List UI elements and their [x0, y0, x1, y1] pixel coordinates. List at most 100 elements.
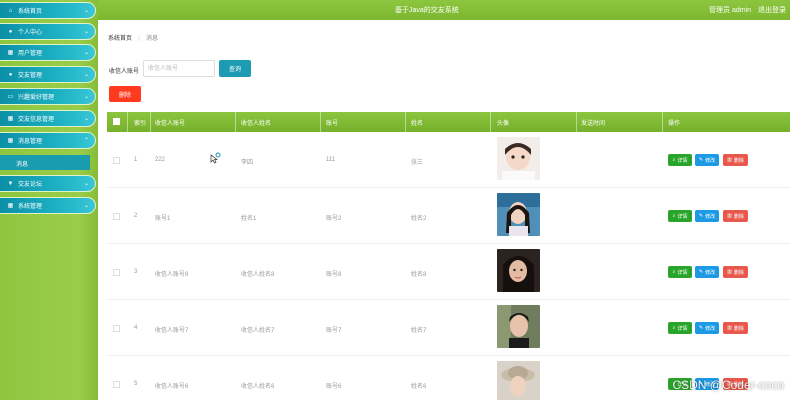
delete-button[interactable]: ▥ 删除	[723, 266, 748, 278]
edit-button[interactable]: ✎ 修改	[695, 210, 719, 222]
button-label: 删除	[733, 157, 744, 164]
button-label: 详情	[677, 325, 688, 332]
detail-button[interactable]: ⌕ 详情	[668, 322, 692, 334]
breadcrumb-separator: ⋮	[136, 36, 143, 42]
cell-index: 1	[134, 157, 138, 163]
cell-name: 张三	[411, 160, 424, 166]
sidebar-item-system[interactable]: ▦ 系统管理 ⌄	[0, 197, 96, 214]
detail-button[interactable]: ⌕ 详情	[668, 266, 692, 278]
cell-account: 账号6	[326, 384, 342, 390]
cell-recipient-account: 收信人账号8	[155, 272, 189, 278]
table-row: 3 收信人账号8 收信人姓名8 账号8 姓名8 ⌕ 详情 ✎ 修改 ▥ 删除	[107, 244, 790, 300]
table-header: 索引 收信人账号 收信人姓名 账号 姓名 头像 发送时间 操作	[107, 112, 790, 132]
avatar	[497, 193, 540, 236]
detail-button[interactable]: ⌕ 详情	[668, 210, 692, 222]
cell-account: 账号7	[326, 328, 342, 334]
breadcrumb-home[interactable]: 系统首页	[108, 36, 132, 42]
edit-button[interactable]: ✎ 修改	[695, 154, 719, 166]
chevron-down-icon: ⌄	[83, 181, 89, 187]
sidebar-item-hobbies[interactable]: ▭ 兴趣爱好管理 ⌄	[0, 88, 96, 105]
cell-recipient-account: 收信人账号7	[155, 328, 189, 334]
button-label: 修改	[705, 269, 716, 276]
cell-name: 姓名8	[411, 272, 427, 278]
table-row: 2 账号1 姓名1 账号2 姓名2 ⌕ 详情 ✎ 修改 ▥ 删除	[107, 188, 790, 244]
delete-button[interactable]: ▥ 删除	[723, 210, 748, 222]
chevron-up-icon: ⌃	[83, 138, 89, 144]
cell-index: 5	[134, 381, 138, 387]
row-checkbox[interactable]	[113, 269, 120, 276]
delete-button[interactable]: ▥ 删除	[723, 154, 748, 166]
top-bar: 基于Java的交友系统 管理员 admin 退出登录	[0, 0, 790, 20]
chevron-down-icon: ⌄	[83, 72, 89, 78]
sidebar-item-friend-info[interactable]: ▦ 交友信息管理 ⌄	[0, 110, 96, 127]
button-label: 详情	[677, 213, 688, 220]
cell-recipient-account: 收信人账号6	[155, 384, 189, 390]
row-checkbox[interactable]	[113, 157, 120, 164]
breadcrumb-current: 消息	[146, 36, 159, 42]
detail-button[interactable]: ⌕ 详情	[668, 154, 692, 166]
sidebar-item-friends[interactable]: ● 交友管理 ⌄	[0, 66, 96, 83]
cell-recipient-account: 222	[155, 157, 166, 163]
sidebar-item-users[interactable]: ▦ 用户管理 ⌄	[0, 44, 96, 61]
chevron-down-icon: ⌄	[83, 203, 89, 209]
chevron-down-icon: ⌄	[83, 94, 89, 100]
mouse-cursor-icon	[210, 152, 221, 164]
logout-link[interactable]: 退出登录	[758, 7, 786, 14]
column-divider	[490, 112, 491, 132]
select-all-checkbox[interactable]	[113, 118, 120, 125]
edit-button[interactable]: ✎ 修改	[695, 322, 719, 334]
button-label: 详情	[677, 157, 688, 164]
search-input[interactable]	[143, 60, 215, 77]
edit-icon: ✎	[698, 213, 704, 219]
search-label: 收信人账号	[109, 69, 140, 75]
search-icon: ⌕	[672, 213, 676, 219]
watermark: CSDN @Coder-coco	[672, 378, 784, 392]
avatar	[497, 361, 540, 400]
column-divider	[235, 112, 236, 132]
button-label: 修改	[705, 325, 716, 332]
sidebar-item-label: 消息管理	[18, 139, 43, 145]
chevron-down-icon: ⌄	[83, 116, 89, 122]
cell-account: 账号8	[326, 272, 342, 278]
comment-icon: ▼	[7, 180, 14, 187]
column-divider	[127, 112, 128, 132]
sidebar-item-profile[interactable]: ● 个人中心 ⌄	[0, 23, 96, 40]
trash-icon: ▥	[727, 325, 732, 331]
avatar	[497, 249, 540, 292]
cell-recipient-name: 收信人姓名8	[241, 272, 275, 278]
search-button[interactable]: 查询	[219, 60, 251, 77]
sidebar-item-forum[interactable]: ▼ 交友论坛 ⌄	[0, 175, 96, 192]
cell-account: 111	[326, 157, 336, 163]
row-checkbox[interactable]	[113, 213, 120, 220]
sidebar-subitem-messages[interactable]: 消息	[0, 155, 90, 170]
column-header-recipient-name: 收信人姓名	[241, 121, 272, 127]
row-checkbox[interactable]	[113, 381, 120, 388]
table-row: 4 收信人账号7 收信人姓名7 账号7 姓名7 ⌕ 详情 ✎ 修改 ▥ 删除	[107, 300, 790, 356]
trash-icon: ▥	[727, 213, 732, 219]
sidebar-item-messages[interactable]: ▦ 消息管理 ⌃	[0, 132, 96, 149]
sidebar-item-label: 用户管理	[18, 51, 43, 57]
sidebar-item-home[interactable]: ⌂ 系统首页 ⌄	[0, 2, 96, 19]
delete-button[interactable]: ▥ 删除	[723, 322, 748, 334]
home-icon: ⌂	[8, 7, 13, 14]
cell-index: 2	[134, 213, 138, 219]
button-label: 删除	[733, 269, 744, 276]
edit-icon: ✎	[698, 269, 704, 275]
batch-delete-button[interactable]: 删除	[109, 86, 141, 102]
sidebar-item-label: 系统管理	[18, 204, 43, 210]
chevron-down-icon: ⌄	[83, 8, 89, 14]
sidebar-item-label: 交友信息管理	[18, 117, 55, 123]
edit-button[interactable]: ✎ 修改	[695, 266, 719, 278]
grid-icon: ▦	[7, 138, 14, 144]
column-divider	[405, 112, 406, 132]
cell-account: 账号2	[326, 216, 342, 222]
chevron-down-icon: ⌄	[83, 29, 89, 35]
column-header-actions: 操作	[668, 121, 681, 127]
user-icon: ●	[8, 28, 13, 35]
avatar	[497, 137, 540, 180]
row-checkbox[interactable]	[113, 325, 120, 332]
edit-icon: ✎	[698, 325, 704, 331]
app-title: 基于Java的交友系统	[395, 7, 459, 14]
cell-name: 姓名7	[411, 328, 427, 334]
button-label: 详情	[677, 269, 688, 276]
